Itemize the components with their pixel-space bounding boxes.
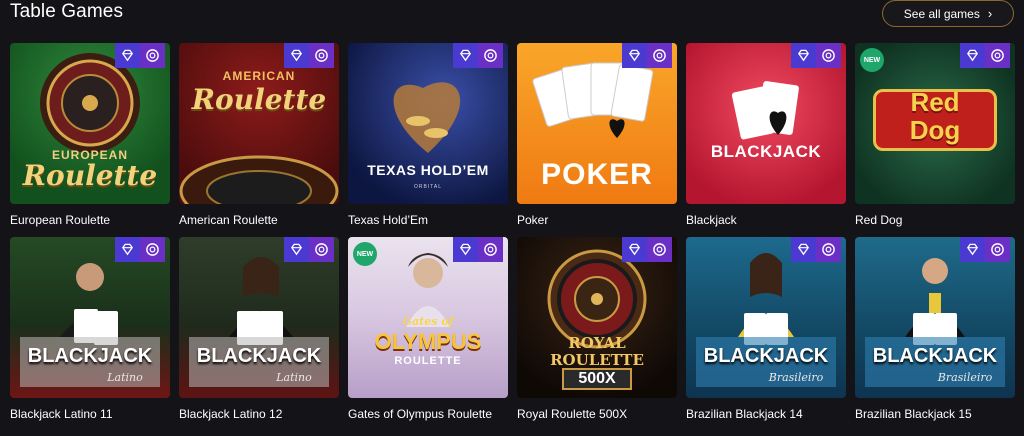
- art-caption-sub: ROULETTE: [394, 355, 462, 367]
- game-title[interactable]: Red Dog: [855, 213, 902, 227]
- chip-icon: [309, 237, 334, 262]
- game-thumbnail[interactable]: EUROPEAN Roulette: [10, 43, 170, 204]
- game-card[interactable]: Gates of OLYMPUS ROULETTE NEW Gates of O…: [348, 237, 508, 421]
- game-card[interactable]: POKER Poker: [517, 43, 677, 227]
- art-caption-main: BLACKJACK: [703, 345, 829, 367]
- art-caption-main: ROYAL ROULETTE: [550, 334, 644, 369]
- diamond-icon: [960, 43, 985, 68]
- chip-icon: [816, 43, 841, 68]
- diamond-icon: [622, 237, 647, 262]
- game-thumbnail[interactable]: Gates of OLYMPUS ROULETTE NEW: [348, 237, 508, 398]
- game-title[interactable]: Blackjack Latino 12: [179, 407, 282, 421]
- new-badge: NEW: [353, 242, 377, 266]
- game-card[interactable]: BLACKJACK Brasileiro Brazilian Blackjack…: [855, 237, 1015, 421]
- game-title[interactable]: Gates of Olympus Roulette: [348, 407, 492, 421]
- game-title[interactable]: American Roulette: [179, 213, 278, 227]
- game-thumbnail[interactable]: POKER: [517, 43, 677, 204]
- diamond-icon: [115, 43, 140, 68]
- art-caption-main: BLACKJACK: [27, 345, 153, 367]
- game-title[interactable]: Blackjack Latino 11: [10, 407, 113, 421]
- art-caption-main: BLACKJACK: [710, 142, 822, 161]
- game-title[interactable]: Blackjack: [686, 213, 737, 227]
- art-caption-sub: 500X: [562, 368, 632, 390]
- diamond-icon: [791, 43, 816, 68]
- game-card[interactable]: BLACKJACK Brasileiro Brazilian Blackjack…: [686, 237, 846, 421]
- art-caption-sub: Brasileiro: [768, 371, 824, 384]
- game-card[interactable]: ROYAL ROULETTE 500X Royal Roulette 500X: [517, 237, 677, 421]
- game-thumbnail[interactable]: BLACKJACK Brasileiro: [686, 237, 846, 398]
- game-title[interactable]: Royal Roulette 500X: [517, 407, 627, 421]
- diamond-icon: [115, 237, 140, 262]
- game-card[interactable]: EUROPEAN Roulette European Roulette: [10, 43, 170, 227]
- game-thumbnail[interactable]: BLACKJACK: [686, 43, 846, 204]
- chip-icon: [985, 237, 1010, 262]
- diamond-icon: [284, 237, 309, 262]
- art-caption-sub: ORBITAL: [413, 184, 443, 190]
- chevron-right-icon: ›: [987, 6, 993, 21]
- game-title[interactable]: Poker: [517, 213, 548, 227]
- game-thumbnail[interactable]: BLACKJACK Latino: [179, 237, 339, 398]
- art-caption-main: Roulette: [191, 83, 327, 116]
- chip-icon: [816, 237, 841, 262]
- game-title[interactable]: Brazilian Blackjack 14: [686, 407, 803, 421]
- see-all-label: See all games: [903, 6, 980, 21]
- chip-icon: [309, 43, 334, 68]
- diamond-icon: [960, 237, 985, 262]
- chip-icon: [478, 43, 503, 68]
- game-thumbnail[interactable]: TEXAS HOLD’EM ORBITAL: [348, 43, 508, 204]
- diamond-icon: [453, 237, 478, 262]
- game-card[interactable]: BLACKJACK Latino Blackjack Latino 12: [179, 237, 339, 421]
- art-caption-sub: Brasileiro: [937, 371, 993, 384]
- section-header: Table Games See all games ›: [0, 0, 1024, 36]
- chip-icon: [140, 43, 165, 68]
- game-thumbnail[interactable]: AMERICAN Roulette: [179, 43, 339, 204]
- section-title: Table Games: [10, 1, 124, 22]
- art-caption-main: TEXAS HOLD’EM: [367, 162, 489, 178]
- game-thumbnail[interactable]: BLACKJACK Brasileiro: [855, 237, 1015, 398]
- art-caption-main: BLACKJACK: [196, 345, 322, 367]
- diamond-icon: [622, 43, 647, 68]
- game-thumbnail[interactable]: Red Dog NEW: [855, 43, 1015, 204]
- game-thumbnail[interactable]: ROYAL ROULETTE 500X: [517, 237, 677, 398]
- art-caption-main: POKER: [541, 158, 653, 191]
- art-caption-sub: Latino: [276, 371, 312, 384]
- art-caption-main: BLACKJACK: [872, 345, 998, 367]
- game-card[interactable]: BLACKJACK Latino Blackjack Latino 11: [10, 237, 170, 421]
- chip-icon: [478, 237, 503, 262]
- game-title[interactable]: Brazilian Blackjack 15: [855, 407, 972, 421]
- game-card[interactable]: AMERICAN Roulette American Roulette: [179, 43, 339, 227]
- diamond-icon: [284, 43, 309, 68]
- chip-icon: [985, 43, 1010, 68]
- diamond-icon: [453, 43, 478, 68]
- game-card[interactable]: BLACKJACK Blackjack: [686, 43, 846, 227]
- chip-icon: [647, 237, 672, 262]
- diamond-icon: [791, 237, 816, 262]
- game-card[interactable]: Red Dog NEW Red Dog: [855, 43, 1015, 227]
- game-title[interactable]: European Roulette: [10, 213, 110, 227]
- art-caption-sub: Latino: [107, 371, 143, 384]
- chip-icon: [140, 237, 165, 262]
- game-title[interactable]: Texas Hold’Em: [348, 213, 428, 227]
- see-all-games-button[interactable]: See all games ›: [882, 0, 1014, 27]
- game-thumbnail[interactable]: BLACKJACK Latino: [10, 237, 170, 398]
- chip-icon: [647, 43, 672, 68]
- game-card[interactable]: TEXAS HOLD’EM ORBITAL Texas Hold’Em: [348, 43, 508, 227]
- art-caption-main: Dog: [909, 115, 961, 145]
- new-badge: NEW: [860, 48, 884, 72]
- art-caption-main: Roulette: [22, 159, 158, 192]
